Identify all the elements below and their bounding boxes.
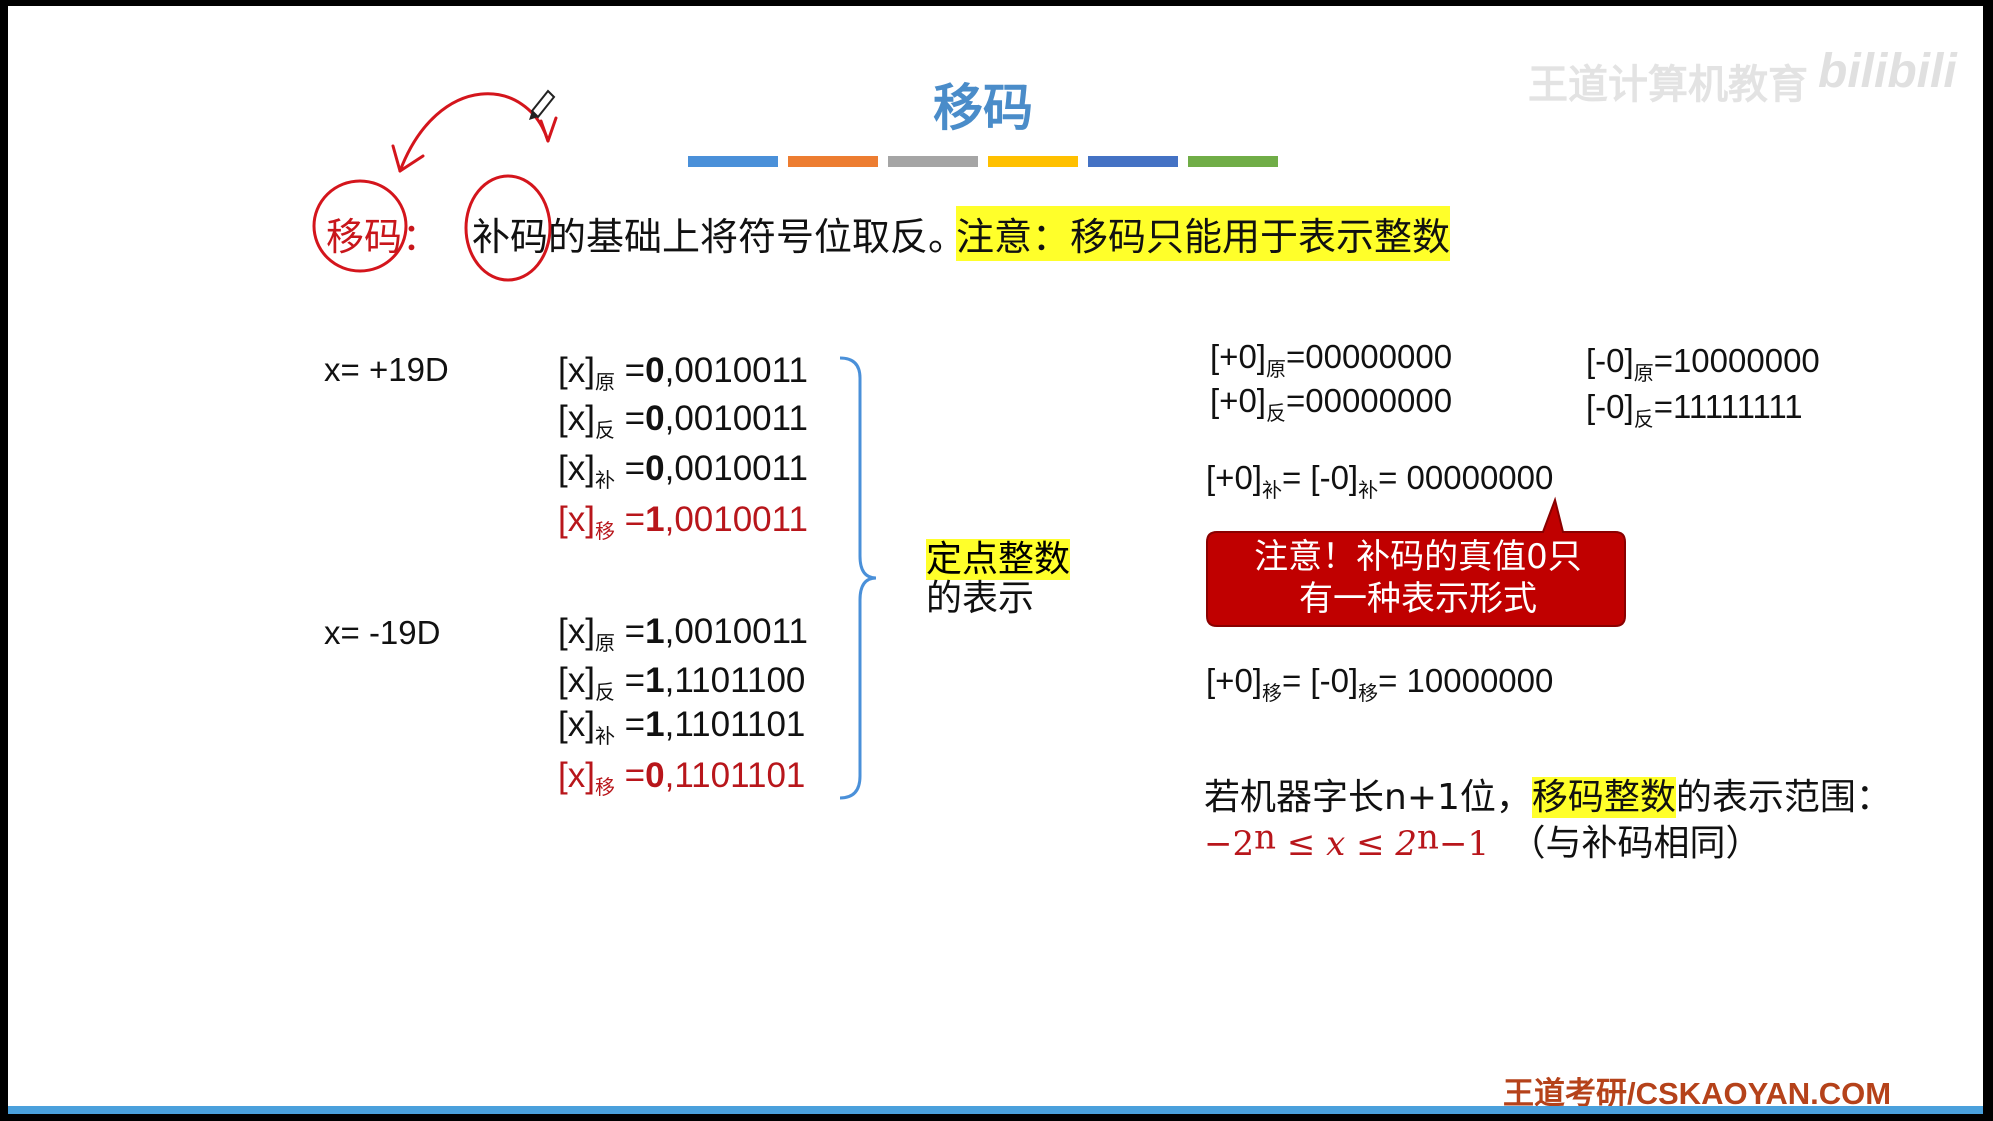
encoding-row: [x]原 =0,0010011 <box>558 351 808 394</box>
pen-cursor-icon <box>529 89 556 120</box>
definition-label: 移码： <box>326 215 441 259</box>
x-positive-label: x= +19D <box>324 351 449 388</box>
encoding-row: [x]反 =1,1101100 <box>558 661 806 704</box>
definition-text: 补码的基础上将符号位取反。 <box>472 215 967 259</box>
definition-note: 注意：移码只能用于表示整数 <box>956 206 1451 261</box>
zero-neg-ones: [-0]反=11111111 <box>1586 388 1803 431</box>
range-text: 若机器字长n+1位，移码整数的表示范围： <box>1204 777 1892 818</box>
encoding-row: [x]补 =1,1101101 <box>558 705 806 748</box>
arrow-head-right <box>539 116 558 143</box>
x-negative-label: x= -19D <box>324 614 441 651</box>
encoding-row: [x]移 =1,0010011 <box>558 500 808 543</box>
zero-neg-orig: [-0]原=10000000 <box>1586 342 1820 385</box>
slide: 移码 王道计算机教育 bilibili 移码： 补码的基础上将符号位取反。 注意… <box>8 6 1983 1114</box>
brace-label-line2: 的表示 <box>926 578 1035 619</box>
zero-pos-ones: [+0]反=00000000 <box>1210 382 1453 425</box>
encoding-row: [x]移 =0,1101101 <box>558 756 806 799</box>
encoding-row: [x]原 =1,0010011 <box>558 612 808 655</box>
bottom-accent-line <box>8 1106 1983 1114</box>
encoding-row: [x]反 =0,0010011 <box>558 399 808 442</box>
callout-text: 注意！补码的真值0只 有一种表示形式 <box>1254 537 1582 619</box>
zero-pos-orig: [+0]原=00000000 <box>1210 338 1453 381</box>
range-formula: −2n ≤ x ≤ 2n−1 （与补码相同） <box>1204 817 1762 864</box>
right-brace <box>839 356 877 800</box>
curved-arrow <box>398 92 550 173</box>
encoding-row: [x]补 =0,0010011 <box>558 449 808 492</box>
zero-biased: [+0]移= [-0]移= 10000000 <box>1206 662 1554 705</box>
